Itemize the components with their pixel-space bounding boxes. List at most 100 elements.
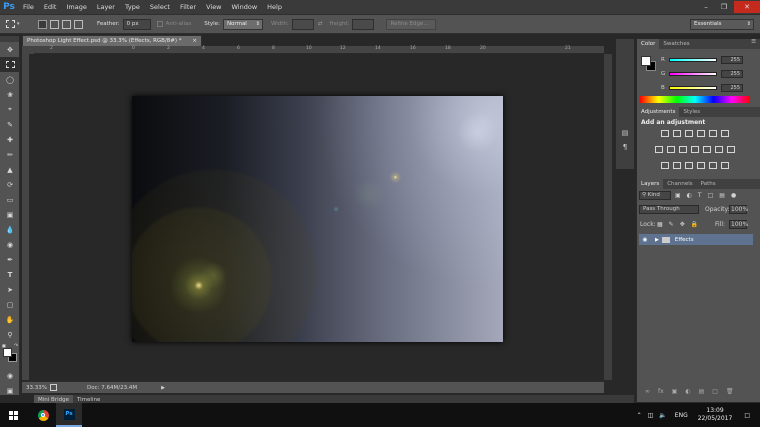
channel-mixer-icon[interactable] [703,146,711,153]
minimize-icon[interactable]: – [698,1,714,13]
swap-colors-icon[interactable]: ↷ [14,343,18,349]
clock[interactable]: 13:09 22/05/2017 [698,407,733,423]
tab-paths[interactable]: Paths [697,179,720,189]
levels-icon[interactable] [673,130,681,137]
color-balance-icon[interactable] [667,146,675,153]
menu-help[interactable]: Help [262,0,287,14]
blur-tool-icon[interactable]: 💧 [0,222,20,237]
gradient-triangle-icon[interactable] [721,130,729,137]
rectangle-tool-icon[interactable]: ▢ [0,297,20,312]
layer-row-effects[interactable]: ◉ ▶ Effects [639,234,753,245]
intersect-selection-icon[interactable] [74,19,83,29]
add-mask-icon[interactable]: ▣ [672,388,678,395]
paragraph-panel-icon[interactable]: ¶ [616,143,634,151]
vibrance-icon[interactable] [709,130,717,137]
zoom-tool-icon[interactable]: ⚲ [0,327,20,342]
menu-filter[interactable]: Filter [175,0,201,14]
gradient-tool-icon[interactable]: ▣ [0,207,20,222]
restore-icon[interactable]: ❐ [716,1,732,13]
windows-start-icon[interactable] [0,403,26,427]
tab-layers[interactable]: Layers [637,179,664,189]
brightness-contrast-icon[interactable] [661,130,669,137]
quick-mask-icon[interactable]: ◉ [0,368,20,383]
tool-preset-picker[interactable]: ▾ [6,16,32,32]
workspace-select[interactable]: Essentials ⇕ [690,19,754,30]
red-slider[interactable] [669,58,717,62]
foreground-color-swatch[interactable] [641,56,651,66]
green-value[interactable]: 255 [721,70,743,78]
pen-tool-icon[interactable]: ✒ [0,252,20,267]
feather-input[interactable]: 0 px [122,18,151,30]
screen-mode-icon[interactable]: ▣ [0,383,20,398]
menu-file[interactable]: File [18,0,39,14]
blend-mode-select[interactable]: Pass Through [639,205,699,214]
tab-adjustments[interactable]: Adjustments [637,107,680,117]
vertical-scrollbar[interactable] [604,54,612,380]
brush-tool-icon[interactable]: ✏ [0,147,20,162]
layer-style-fx-icon[interactable]: fx [658,388,664,395]
antialias-checkbox[interactable] [156,21,163,27]
export-icon[interactable] [50,384,57,391]
levels-mini-icon[interactable] [709,162,717,169]
color-lookup-icon[interactable] [715,146,723,153]
path-selection-tool-icon[interactable]: ➤ [0,282,20,297]
menu-layer[interactable]: Layer [92,0,120,14]
posterize-icon[interactable] [727,146,735,153]
foreground-color-swatch[interactable] [3,348,12,357]
chevron-up-icon[interactable]: ⌃ [637,412,642,419]
menu-window[interactable]: Window [227,0,263,14]
lock-position-icon[interactable]: ✥ [680,221,685,228]
hue-saturation-icon[interactable] [655,146,663,153]
panel-menu-icon[interactable]: ☰ [751,39,756,45]
tab-swatches[interactable]: Swatches [659,39,693,49]
height-input[interactable] [352,18,375,30]
volume-icon[interactable]: 🔈 [659,412,666,419]
visibility-eye-icon[interactable]: ◉ [639,237,651,243]
invert-icon[interactable] [661,162,669,169]
photo-mini-icon[interactable] [721,162,729,169]
document-canvas[interactable] [132,96,503,342]
filter-toggle-icon[interactable]: ● [731,192,736,199]
language-indicator[interactable]: ENG [675,412,688,419]
gradient-map-icon[interactable] [697,162,705,169]
rectangular-marquee-tool-icon[interactable] [0,57,20,72]
subtract-selection-icon[interactable] [62,19,71,29]
lock-all-icon[interactable]: 🔒 [691,221,698,228]
network-icon[interactable]: ◫ [648,412,654,419]
dodge-tool-icon[interactable]: ◉ [0,237,20,252]
threshold-icon[interactable] [673,162,681,169]
move-tool-icon[interactable]: ✥ [0,42,20,57]
red-value[interactable]: 255 [721,56,743,64]
eraser-tool-icon[interactable]: ▭ [0,192,20,207]
shape-filter-icon[interactable]: □ [708,192,714,199]
style-select[interactable]: Normal ⇕ [222,18,263,30]
zoom-level[interactable]: 33.33% [26,385,50,391]
tab-styles[interactable]: Styles [679,107,704,117]
blue-value[interactable]: 255 [721,84,743,92]
black-white-icon[interactable] [679,146,687,153]
menu-select[interactable]: Select [145,0,175,14]
fill-value[interactable]: 100% [729,220,748,229]
photo-filter-icon[interactable] [691,146,699,153]
selective-color-icon[interactable] [685,162,693,169]
lock-pixels-icon[interactable]: ✎ [669,221,674,228]
width-input[interactable] [291,18,314,30]
color-spectrum-bar[interactable] [640,96,750,103]
adjustment-filter-icon[interactable]: ◐ [687,192,692,199]
type-tool-icon[interactable]: T [0,267,20,282]
eyedropper-tool-icon[interactable]: ✎ [0,117,20,132]
link-layers-icon[interactable]: ∞ [645,388,650,395]
lasso-tool-icon[interactable]: ◯ [0,72,20,87]
delete-layer-icon[interactable]: 🗑 [726,388,734,395]
menu-image[interactable]: Image [61,0,91,14]
pixel-filter-icon[interactable]: ▣ [675,192,681,199]
close-icon[interactable]: ✕ [734,1,760,13]
tab-color[interactable]: Color [637,39,660,49]
new-layer-icon[interactable]: □ [712,388,718,395]
chrome-taskbar-icon[interactable] [30,403,56,427]
refine-edge-button[interactable]: Refine Edge... [386,18,437,30]
notifications-icon[interactable]: □ [744,412,750,419]
menu-type[interactable]: Type [120,0,145,14]
status-menu-arrow-icon[interactable]: ▶ [161,385,165,391]
crop-tool-icon[interactable]: ⌖ [0,102,20,117]
